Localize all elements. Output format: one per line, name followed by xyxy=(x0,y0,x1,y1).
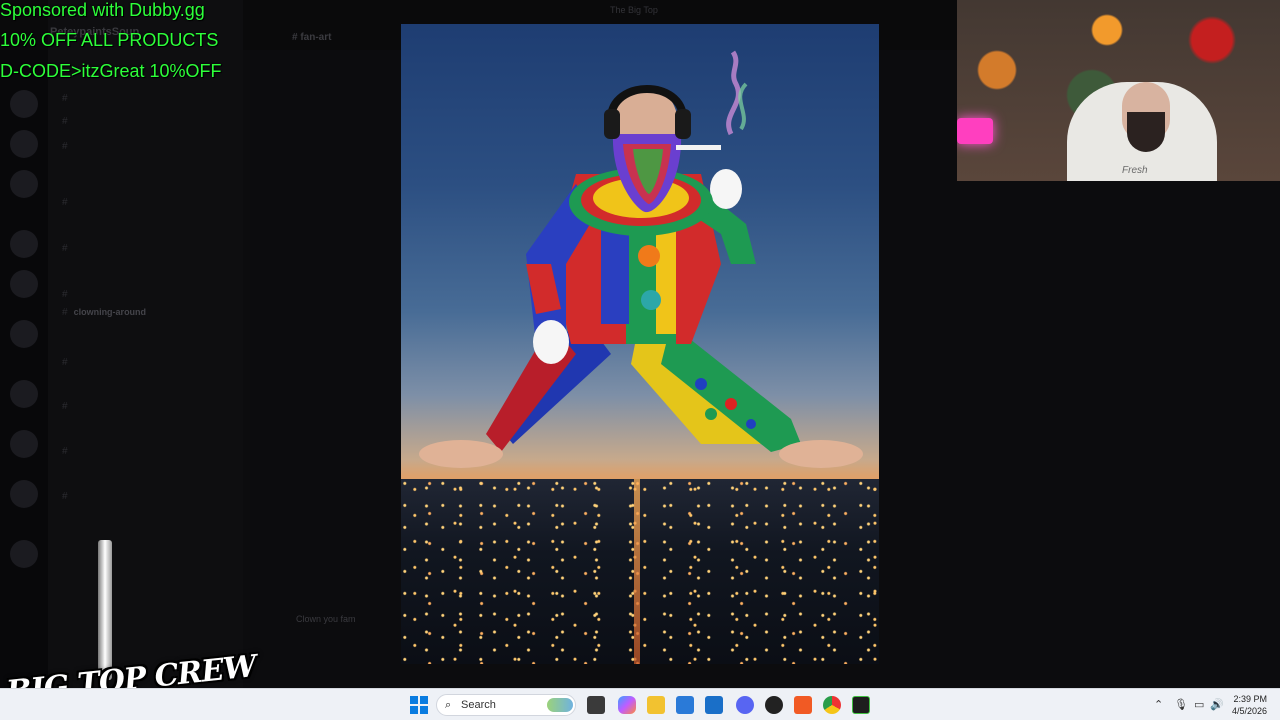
channel-item[interactable]: # xyxy=(62,356,74,368)
server-icon[interactable] xyxy=(10,270,38,298)
hash-icon: # xyxy=(62,306,68,318)
clown-artwork-image xyxy=(401,24,879,664)
logo-pole xyxy=(98,540,112,680)
server-icon[interactable] xyxy=(10,90,38,118)
shirt-text: Fresh xyxy=(1122,165,1148,176)
taskbar-search[interactable]: ⌕ Search xyxy=(436,694,576,716)
channel-item-active[interactable]: # clowning-around xyxy=(62,306,146,318)
network-icon[interactable]: ▭ xyxy=(1194,698,1204,711)
taskbar: ⌕ Search ⌃ 🎙 ▭ 🔊 2:39 PM 4/5/2026 xyxy=(0,688,1280,720)
system-tray: ⌃ 🎙 ▭ 🔊 2:39 PM 4/5/2026 xyxy=(1140,689,1280,720)
chrome-icon[interactable] xyxy=(823,696,841,714)
channel-title: # fan-art xyxy=(292,32,332,43)
obs-icon[interactable] xyxy=(765,696,783,714)
channel-item[interactable]: # xyxy=(62,445,74,457)
channel-item[interactable]: # xyxy=(62,400,74,412)
window-title: The Big Top xyxy=(610,5,658,15)
server-icon[interactable] xyxy=(10,170,38,198)
hash-icon: # xyxy=(62,445,68,457)
hash-icon: # xyxy=(62,140,68,152)
hash-icon: # xyxy=(62,490,68,502)
hash-icon: # xyxy=(62,92,68,104)
clock-date[interactable]: 4/5/2026 xyxy=(1232,706,1267,716)
server-icon[interactable] xyxy=(10,130,38,158)
server-icon[interactable] xyxy=(10,230,38,258)
hash-icon: # xyxy=(62,288,68,300)
microphone-icon[interactable]: 🎙 xyxy=(1174,698,1188,711)
start-icon[interactable] xyxy=(410,696,428,714)
server-icon[interactable] xyxy=(10,380,38,408)
server-icon[interactable] xyxy=(10,480,38,508)
file-explorer-icon[interactable] xyxy=(587,696,605,714)
webcam-feed: Fresh xyxy=(957,0,1280,181)
sponsor-code: D-CODE>itzGreat 10%OFF xyxy=(0,61,222,81)
outlook-icon[interactable] xyxy=(705,696,723,714)
sponsor-offer: 10% OFF ALL PRODUCTS xyxy=(0,30,219,50)
channel-item[interactable]: # xyxy=(62,490,74,502)
channel-item[interactable]: # xyxy=(62,288,74,300)
channel-item[interactable]: # xyxy=(62,196,74,208)
search-placeholder: Search xyxy=(461,699,496,711)
channel-item[interactable]: # xyxy=(62,92,74,104)
hash-icon: # xyxy=(62,356,68,368)
pink-light xyxy=(957,118,993,144)
channel-item[interactable]: # xyxy=(62,242,74,254)
search-icon: ⌕ xyxy=(445,699,452,711)
hash-icon: # xyxy=(62,115,68,127)
hash-icon: # xyxy=(62,400,68,412)
chevron-up-icon[interactable]: ⌃ xyxy=(1154,698,1163,711)
terminal-icon[interactable] xyxy=(852,696,870,714)
brave-icon[interactable] xyxy=(794,696,812,714)
hash-icon: # xyxy=(62,196,68,208)
volume-icon[interactable]: 🔊 xyxy=(1210,698,1224,711)
clown-figure xyxy=(419,50,863,468)
server-icon[interactable] xyxy=(10,320,38,348)
streamer-beard xyxy=(1127,112,1165,152)
server-icon[interactable] xyxy=(10,430,38,458)
chat-message-text: Clown you fam xyxy=(296,614,356,624)
channel-item[interactable]: # xyxy=(62,115,74,127)
store-icon[interactable] xyxy=(676,696,694,714)
channel-item[interactable]: # xyxy=(62,140,74,152)
clock-time[interactable]: 2:39 PM xyxy=(1233,694,1267,704)
search-highlight-icon xyxy=(547,698,573,712)
big-top-crew-logo: BIG TOP CREW xyxy=(2,540,257,710)
folder-icon[interactable] xyxy=(647,696,665,714)
copilot-icon[interactable] xyxy=(618,696,636,714)
sponsor-title: Sponsored with Dubby.gg xyxy=(0,0,205,20)
hash-icon: # xyxy=(62,242,68,254)
discord-icon[interactable] xyxy=(736,696,754,714)
desktop-stage: The Big Top # # # # # # # clowning-around… xyxy=(0,0,1280,720)
